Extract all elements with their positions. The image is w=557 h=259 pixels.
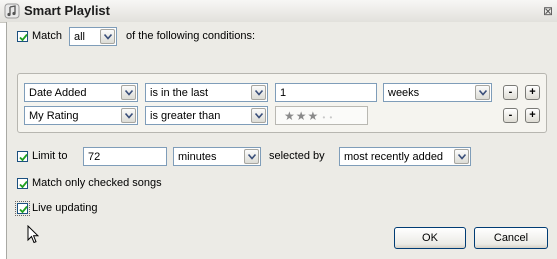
window-title: Smart Playlist	[24, 3, 110, 18]
chevron-down-icon[interactable]	[121, 108, 136, 123]
match-label: Match	[32, 30, 62, 42]
close-icon[interactable]: ⊠	[541, 4, 555, 18]
selected-by-value: most recently added	[344, 151, 444, 163]
condition-unit-select[interactable]: weeks	[383, 83, 492, 102]
star-empty-dot-icon[interactable]: •	[319, 113, 329, 122]
smart-playlist-dialog: Match all of the following conditions: D…	[6, 22, 557, 259]
condition-field-value: Date Added	[29, 87, 87, 99]
condition-operator-select[interactable]: is greater than	[145, 106, 268, 125]
rating-input[interactable]: ★★★ • •	[275, 106, 368, 125]
star-filled-icon[interactable]: ★	[308, 109, 320, 123]
condition-field-value: My Rating	[29, 110, 79, 122]
check-icon	[19, 33, 28, 42]
limit-value-text: 72	[88, 151, 101, 163]
limit-label: Limit to	[32, 150, 68, 162]
condition-unit-value: weeks	[388, 87, 420, 99]
add-condition-button[interactable]: +	[525, 108, 540, 123]
check-icon	[19, 153, 28, 162]
check-icon	[19, 180, 28, 189]
condition-field-select[interactable]: My Rating	[24, 106, 138, 125]
star-filled-icon[interactable]: ★	[296, 109, 308, 123]
chevron-down-icon[interactable]	[121, 85, 136, 100]
match-suffix: of the following conditions:	[126, 30, 256, 42]
chevron-down-icon[interactable]	[100, 29, 115, 44]
star-empty-dot-icon[interactable]: •	[330, 113, 334, 122]
condition-value-text: 1	[280, 87, 287, 99]
live-updating-label: Live updating	[32, 202, 98, 214]
star-filled-icon[interactable]: ★	[284, 109, 296, 123]
chevron-down-icon[interactable]	[475, 85, 490, 100]
check-icon	[19, 205, 28, 214]
match-checked-songs-label: Match only checked songs	[32, 177, 162, 189]
match-checked-songs-checkbox[interactable]	[17, 178, 28, 189]
selected-by-select[interactable]: most recently added	[339, 147, 471, 166]
cancel-button[interactable]: Cancel	[474, 227, 548, 249]
condition-operator-value: is greater than	[150, 110, 221, 122]
mouse-pointer-icon	[27, 225, 39, 244]
chevron-down-icon[interactable]	[454, 149, 469, 164]
match-mode-value: all	[74, 31, 86, 43]
limit-value-input[interactable]: 72	[83, 147, 167, 166]
chevron-down-icon[interactable]	[244, 149, 259, 164]
chevron-down-icon[interactable]	[251, 108, 266, 123]
condition-operator-value: is in the last	[150, 87, 209, 99]
remove-condition-button[interactable]: -	[503, 108, 518, 123]
selected-by-label: selected by	[269, 150, 325, 162]
limit-unit-select[interactable]: minutes	[173, 147, 261, 166]
limit-unit-value: minutes	[178, 151, 217, 163]
condition-value-input[interactable]: 1	[275, 83, 377, 102]
limit-checkbox[interactable]	[17, 151, 28, 162]
live-updating-checkbox[interactable]	[15, 201, 30, 216]
remove-condition-button[interactable]: -	[503, 85, 518, 100]
match-mode-select[interactable]: all	[69, 27, 117, 46]
music-note-icon	[4, 3, 20, 19]
ok-button[interactable]: OK	[394, 227, 466, 249]
match-checkbox[interactable]	[17, 31, 28, 42]
condition-operator-select[interactable]: is in the last	[145, 83, 268, 102]
rating-stars[interactable]: ★★★ • •	[284, 109, 333, 123]
add-condition-button[interactable]: +	[525, 85, 540, 100]
title-bar[interactable]: Smart Playlist ⊠	[0, 0, 557, 23]
condition-field-select[interactable]: Date Added	[24, 83, 138, 102]
chevron-down-icon[interactable]	[251, 85, 266, 100]
